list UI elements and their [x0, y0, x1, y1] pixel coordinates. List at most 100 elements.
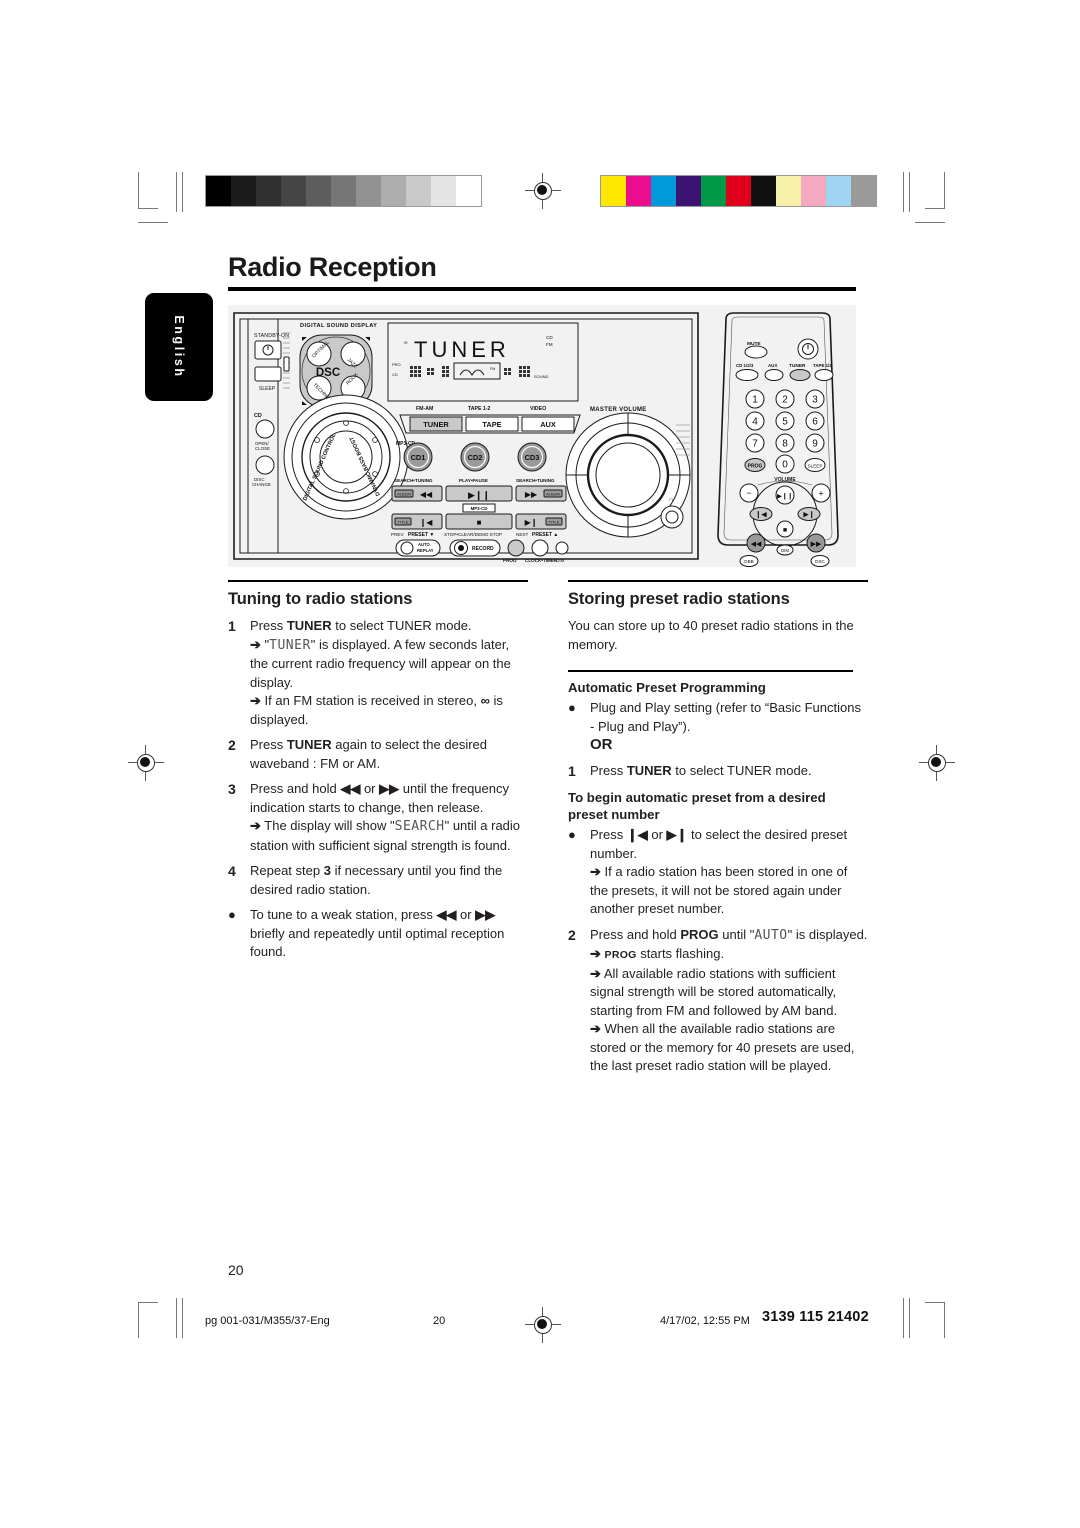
svg-text:ALBUM: ALBUM	[397, 492, 411, 497]
language-tab-label: English	[172, 315, 186, 379]
gray-patch-5	[331, 176, 356, 206]
step-text: Press and hold PROG until "AUTO" is disp…	[590, 926, 868, 943]
crop-bar-top-right	[903, 172, 904, 212]
bullet-text: Plug and Play setting (refer to “Basic F…	[590, 700, 861, 734]
svg-text:9: 9	[812, 439, 818, 450]
svg-text:PREV: PREV	[391, 532, 404, 537]
svg-text:VIDEO: VIDEO	[530, 406, 546, 412]
svg-text:PLAY•PAUSE: PLAY•PAUSE	[459, 478, 488, 483]
bullet-note: ➔ If a radio station has been stored in …	[590, 864, 848, 916]
svg-text:▶❙❙: ▶❙❙	[777, 492, 793, 500]
svg-text:CD: CD	[392, 372, 398, 377]
gray-patch-9	[431, 176, 456, 206]
svg-text:CLOSE: CLOSE	[255, 446, 270, 451]
svg-text:AUX: AUX	[768, 363, 777, 368]
page-number: 20	[228, 1262, 244, 1278]
step-ref: 3	[323, 863, 331, 878]
key-prog-smallcaps: PROG	[604, 949, 637, 961]
crop-bar-bottom-left-2	[182, 1298, 183, 1338]
step-text: Press and hold ◀◀ or ▶▶ until the freque…	[250, 781, 509, 815]
svg-text:TAPE: TAPE	[482, 420, 501, 429]
trim-line-right	[915, 222, 945, 223]
list-item: 1 Press TUNER to select TUNER mode. ➔ "T…	[228, 617, 528, 729]
footer-document-code: 3139 115 21402	[762, 1309, 869, 1325]
gray-patch-2	[256, 176, 281, 206]
color-patch-10	[851, 176, 876, 206]
gray-patch-7	[381, 176, 406, 206]
svg-text:▶▶: ▶▶	[811, 541, 822, 548]
color-patch-5	[726, 176, 751, 206]
language-tab-english: English	[145, 293, 213, 401]
lcd-tuner-text: TUNER	[269, 637, 311, 653]
step-note-autostore: ➔ All available radio stations with suff…	[590, 965, 838, 1018]
svg-text:∩: ∩	[669, 497, 673, 503]
list-item: 2 Press TUNER again to select the desire…	[228, 736, 528, 773]
list-item: ● Press ❙◀ or ▶❙ to select the desired p…	[568, 826, 868, 919]
svg-text:CD 1/2/3: CD 1/2/3	[736, 363, 754, 368]
lcd-search-text: SEARCH	[394, 819, 445, 834]
svg-text:3: 3	[812, 395, 818, 406]
gray-patch-4	[306, 176, 331, 206]
bullet-text: To tune to a weak station, press ◀◀ or ▶…	[250, 907, 505, 959]
footer-filename: pg 001-031/M355/37-Eng	[205, 1315, 330, 1327]
svg-text:+: +	[818, 489, 823, 499]
gray-patch-6	[356, 176, 381, 206]
list-item: 1 Press TUNER to select TUNER mode.	[568, 762, 868, 781]
registration-mark-right	[919, 745, 955, 781]
svg-text:TUNER: TUNER	[423, 420, 449, 429]
svg-text:❙◀: ❙◀	[755, 511, 767, 519]
crop-bar-top-left-2	[182, 172, 183, 212]
color-patch-1	[626, 176, 651, 206]
gray-patch-10	[456, 176, 481, 206]
crop-bar-top-left	[176, 172, 177, 212]
svg-text:PRESET ▲: PRESET ▲	[532, 532, 558, 538]
or-divider: OR	[590, 736, 613, 753]
lcd-auto-text: AUTO	[754, 927, 788, 943]
color-patch-6	[751, 176, 776, 206]
step-note-memory-full: ➔ When all the available radio stations …	[590, 1021, 855, 1073]
svg-text:SOUND: SOUND	[534, 374, 549, 379]
page-title: Radio Reception	[228, 252, 437, 282]
right-intro-text: You can store up to 40 preset radio stat…	[568, 618, 854, 652]
step-marker: 4	[228, 863, 236, 879]
svg-text:CD1: CD1	[411, 453, 426, 462]
footer-timestamp: 4/17/02, 12:55 PM	[660, 1315, 750, 1327]
svg-text:−: −	[746, 488, 751, 498]
svg-text:ALBUM: ALBUM	[546, 492, 560, 497]
footer-page-number: 20	[433, 1315, 446, 1327]
list-item: 2 Press and hold PROG until "AUTO" is di…	[568, 926, 868, 1076]
bullet-marker: ●	[228, 907, 236, 922]
crop-bar-top-right-2	[909, 172, 910, 212]
svg-text:❙◀: ❙◀	[420, 518, 434, 527]
svg-text:■: ■	[477, 518, 482, 527]
svg-text:PRESET ▼: PRESET ▼	[408, 532, 434, 538]
step-marker: 2	[568, 926, 576, 943]
subsection-rule	[568, 670, 853, 672]
list-item: ● To tune to a weak station, press ◀◀ or…	[228, 906, 528, 962]
step-marker: 1	[568, 762, 576, 779]
svg-text:REPLAY: REPLAY	[417, 548, 434, 553]
svg-text:FM: FM	[490, 367, 495, 371]
subsection-heading-preset-number: To begin automatic preset from a desired…	[568, 790, 826, 822]
step-marker: 3	[228, 781, 236, 797]
key-tuner: TUNER	[286, 737, 332, 752]
svg-text:▶❙: ▶❙	[525, 518, 538, 527]
svg-text:8: 8	[782, 439, 788, 450]
gray-patch-1	[231, 176, 256, 206]
right-text-column: Storing preset radio stations You can st…	[568, 580, 868, 1083]
svg-text:CLOCK•TIMER: CLOCK•TIMER	[525, 558, 558, 563]
title-underline-rule	[228, 287, 856, 291]
step-text: Press TUNER to select TUNER mode.	[590, 762, 812, 778]
svg-text:7: 7	[752, 439, 758, 450]
key-tuner: TUNER	[286, 618, 332, 633]
list-item: 4 Repeat step 3 if necessary until you f…	[228, 862, 528, 899]
color-patch-8	[801, 176, 826, 206]
svg-text:SLEEP: SLEEP	[259, 386, 276, 392]
bullet-marker: ●	[568, 700, 576, 715]
left-text-column: Tuning to radio stations 1 Press TUNER t…	[228, 580, 528, 969]
svg-text:∞: ∞	[404, 340, 408, 346]
subsection-heading-auto-preset: Automatic Preset Programming	[568, 680, 766, 695]
svg-text:TITLE: TITLE	[398, 520, 409, 525]
step-text: Press TUNER again to select the desired …	[250, 737, 488, 771]
registration-mark-left	[128, 745, 164, 781]
